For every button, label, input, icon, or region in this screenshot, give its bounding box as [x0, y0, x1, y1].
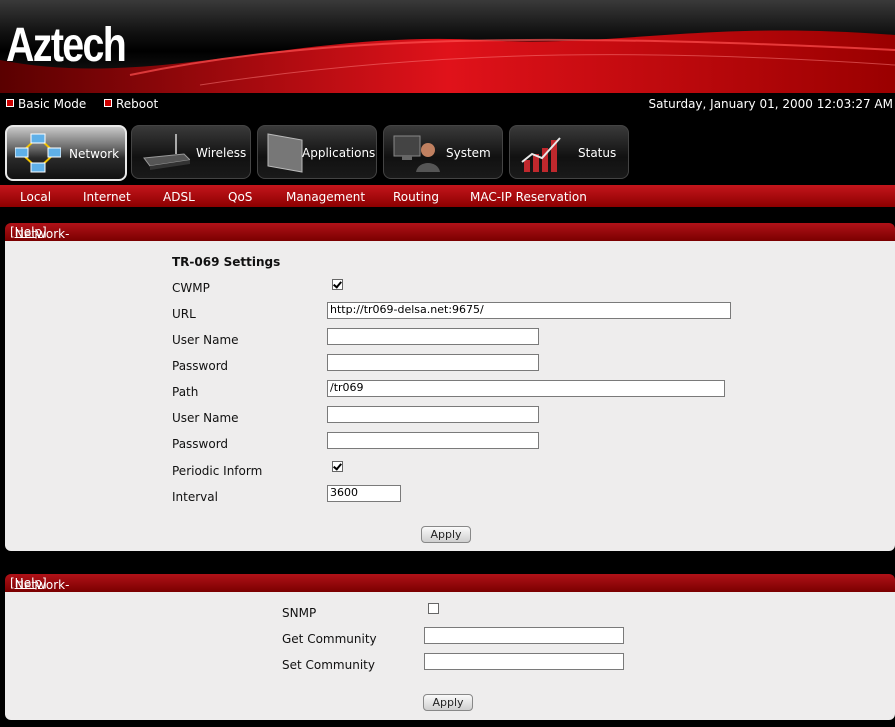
interval-input[interactable]: 3600: [327, 485, 401, 502]
connection-request-username-input[interactable]: [327, 406, 539, 423]
subnav-qos[interactable]: QoS: [228, 190, 252, 204]
periodic-inform-checkbox[interactable]: [332, 461, 343, 472]
subnav-local[interactable]: Local: [20, 190, 51, 204]
periodic-inform-label: Periodic Inform: [172, 464, 263, 478]
status-chart-icon: [521, 137, 561, 172]
subnav-management[interactable]: Management: [286, 190, 365, 204]
tab-system-label: System: [446, 146, 491, 160]
basic-mode-link[interactable]: Basic Mode: [6, 97, 86, 111]
datetime-display: Saturday, January 01, 2000 12:03:27 AM: [648, 97, 893, 111]
tab-applications-label: Applications: [302, 146, 376, 160]
top-bar: Basic Mode Reboot Saturday, January 01, …: [0, 93, 895, 115]
tab-network-label: Network: [69, 147, 120, 161]
network-icon: [15, 133, 61, 173]
cwmp-checkbox[interactable]: [332, 279, 343, 290]
tab-network[interactable]: Network: [5, 125, 127, 181]
tab-wireless-label: Wireless: [196, 146, 247, 160]
cwmp-label: CWMP: [172, 281, 210, 295]
set-community-label: Set Community: [282, 658, 375, 672]
snmp-panel: SNMP Get Community Set Community Apply: [5, 592, 895, 720]
bullet-icon: [104, 99, 112, 107]
tab-status-label: Status: [578, 146, 617, 160]
username-input[interactable]: [327, 328, 539, 345]
set-community-input[interactable]: [424, 653, 624, 670]
url-input[interactable]: http://tr069-delsa.net:9675/: [327, 302, 731, 319]
password2-label: Password: [172, 437, 229, 451]
tr069-panel: TR-069 Settings CWMP URL http://tr069-de…: [5, 241, 895, 551]
path-label: Path: [172, 385, 199, 399]
url-label: URL: [172, 307, 196, 321]
header-banner: Aztech: [0, 0, 895, 93]
username-label: User Name: [172, 333, 239, 347]
system-icon: [393, 135, 440, 172]
username2-label: User Name: [172, 411, 239, 425]
tab-wireless[interactable]: Wireless: [131, 125, 251, 179]
tab-system[interactable]: System: [383, 125, 503, 179]
tab-status[interactable]: Status: [509, 125, 629, 179]
sub-navigation: Local Internet ADSL QoS Management Routi…: [0, 185, 895, 207]
tab-applications[interactable]: Applications: [257, 125, 377, 179]
snmp-label: SNMP: [282, 606, 317, 620]
get-community-label: Get Community: [282, 632, 377, 646]
snmp-checkbox[interactable]: [428, 603, 439, 614]
snmp-apply-button[interactable]: Apply: [423, 694, 473, 711]
applications-icon: [267, 133, 303, 173]
subnav-routing[interactable]: Routing: [393, 190, 439, 204]
tr069-panel-header: Network->TR-069 [Help]: [5, 223, 895, 255]
reboot-label: Reboot: [116, 97, 159, 111]
connection-request-password-input[interactable]: [327, 432, 539, 449]
tr069-apply-button[interactable]: Apply: [421, 526, 471, 543]
subnav-adsl[interactable]: ADSL: [163, 190, 195, 204]
snmp-panel-header: Network->SNMP [Help]: [5, 574, 895, 606]
basic-mode-label: Basic Mode: [18, 97, 87, 111]
bullet-icon: [6, 99, 14, 107]
subnav-internet[interactable]: Internet: [83, 190, 131, 204]
tr069-section-title: TR-069 Settings: [172, 255, 281, 269]
path-input[interactable]: /tr069: [327, 380, 725, 397]
get-community-input[interactable]: [424, 627, 624, 644]
subnav-mac-ip-reservation[interactable]: MAC-IP Reservation: [470, 190, 587, 204]
password-input[interactable]: [327, 354, 539, 371]
router-icon: [143, 134, 190, 170]
main-tabs: Network Wireless Applications System Sta…: [0, 120, 895, 184]
reboot-link[interactable]: Reboot: [104, 97, 158, 111]
header-swoosh: [0, 30, 895, 93]
aztech-logo: Aztech: [6, 19, 127, 72]
interval-label: Interval: [172, 490, 218, 504]
password-label: Password: [172, 359, 229, 373]
